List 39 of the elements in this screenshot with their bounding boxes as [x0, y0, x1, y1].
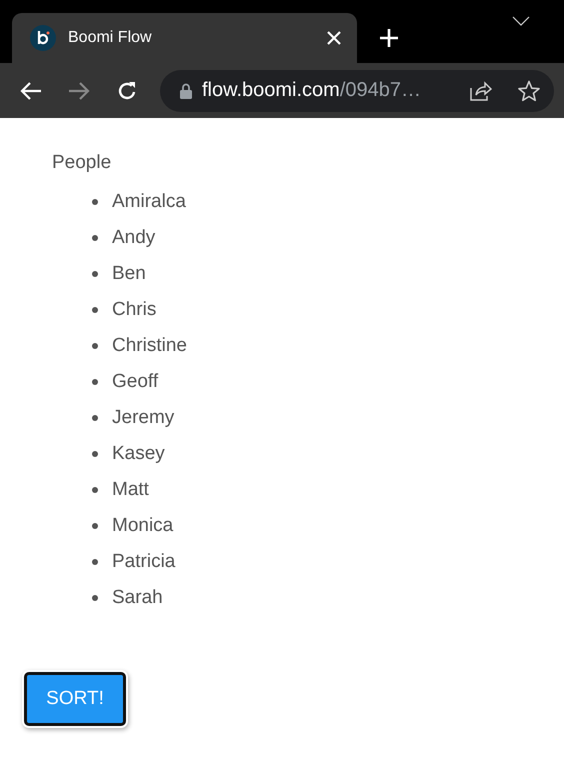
person-name: Patricia [112, 551, 176, 573]
person-name: Chris [112, 299, 156, 321]
person-name: Andy [112, 227, 156, 249]
bullet-icon [92, 559, 98, 565]
person-name: Ben [112, 263, 146, 285]
person-name: Monica [112, 515, 174, 537]
tab-title: Boomi Flow [68, 29, 153, 47]
lock-icon [180, 82, 192, 98]
person-name: Jeremy [112, 407, 174, 429]
logo-icon [30, 25, 56, 51]
new-tab-icon[interactable] [379, 28, 399, 48]
person-name: Geoff [112, 371, 158, 393]
bullet-icon [92, 487, 98, 493]
share-icon[interactable] [470, 80, 492, 100]
forward-icon[interactable] [68, 80, 90, 100]
star-icon[interactable] [518, 80, 540, 102]
bullet-icon [92, 199, 98, 205]
bullet-icon [92, 343, 98, 349]
person-name: Christine [112, 335, 187, 357]
bullet-icon [92, 271, 98, 277]
bullet-icon [92, 523, 98, 529]
bullet-icon [92, 451, 98, 457]
person-name: Kasey [112, 443, 165, 465]
bullet-icon [92, 307, 98, 313]
chevron-down-icon[interactable] [512, 16, 530, 26]
reload-icon[interactable] [116, 80, 138, 102]
person-name: Sarah [112, 587, 163, 609]
bullet-icon [92, 415, 98, 421]
back-icon[interactable] [20, 80, 42, 100]
address-bar[interactable]: flow.boomi.com/094b7… [160, 70, 554, 112]
bullet-icon [92, 595, 98, 601]
list-title: People [52, 152, 112, 175]
person-name: Matt [112, 479, 149, 501]
close-icon[interactable] [327, 31, 341, 45]
browser-tab[interactable]: Boomi Flow [12, 13, 357, 63]
bullet-icon [92, 235, 98, 241]
person-name: Amiralca [112, 191, 186, 213]
url-text: flow.boomi.com/094b7… [202, 79, 422, 102]
bullet-icon [92, 379, 98, 385]
